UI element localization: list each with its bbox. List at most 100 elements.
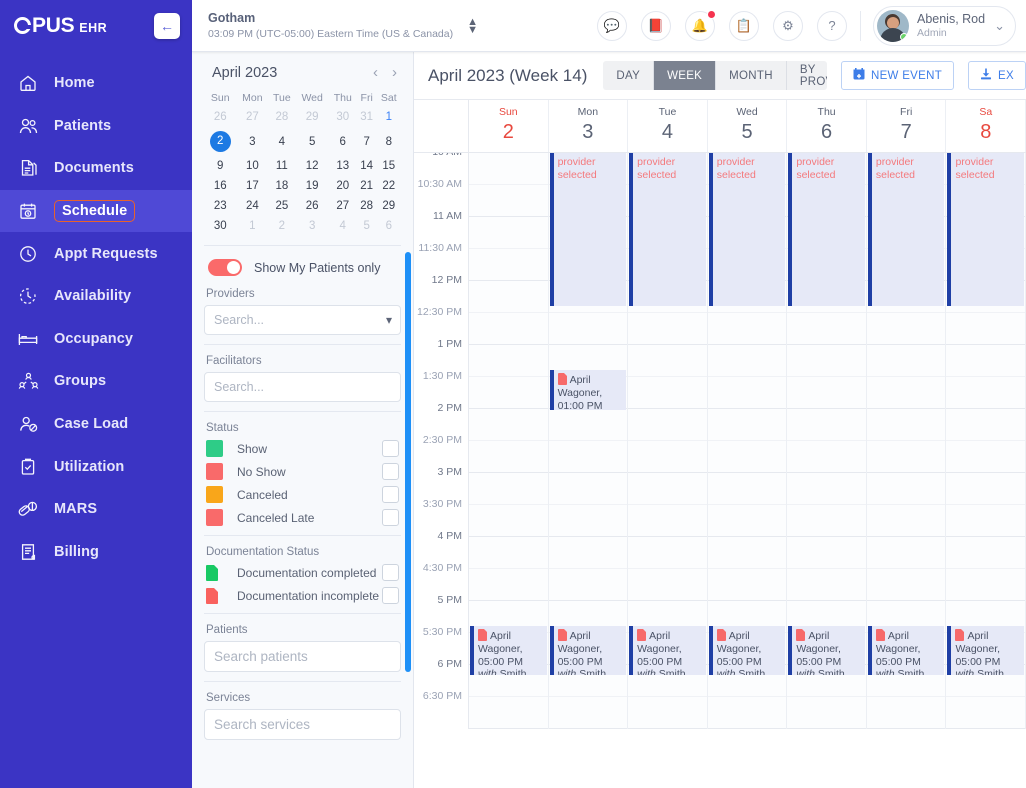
time-slot[interactable] bbox=[866, 473, 946, 505]
services-search-input[interactable] bbox=[204, 709, 401, 740]
book-icon[interactable]: 📕 bbox=[640, 10, 671, 41]
mini-calendar-day[interactable]: 26 bbox=[296, 196, 329, 216]
time-slot[interactable] bbox=[787, 441, 866, 473]
time-slot[interactable] bbox=[946, 409, 1026, 441]
time-slot[interactable] bbox=[866, 345, 946, 377]
time-slot[interactable] bbox=[469, 697, 548, 729]
sidebar-item-home[interactable]: Home bbox=[0, 62, 192, 105]
calendar-event[interactable]: April Wagoner, 05:00 PMwith Smith, Steve… bbox=[470, 626, 547, 675]
time-slot[interactable] bbox=[946, 313, 1026, 345]
time-slot[interactable] bbox=[548, 441, 628, 473]
day-column[interactable]: provider selected April Wagoner, 05:00 PM… bbox=[707, 153, 788, 729]
sidebar-item-schedule[interactable]: Schedule bbox=[0, 189, 192, 233]
mini-calendar-day[interactable]: 9 bbox=[204, 156, 237, 176]
time-slot[interactable] bbox=[469, 505, 548, 537]
mini-calendar-day[interactable]: 4 bbox=[329, 216, 357, 236]
day-column[interactable]: provider selected April Wagoner, 05:00 PM… bbox=[946, 153, 1026, 729]
time-slot[interactable] bbox=[548, 505, 628, 537]
mini-calendar-day[interactable]: 5 bbox=[296, 127, 329, 156]
time-slot[interactable] bbox=[946, 505, 1026, 537]
mini-calendar-day[interactable]: 16 bbox=[204, 176, 237, 196]
day-header-cell[interactable]: Thu 6 bbox=[787, 100, 867, 152]
day-column[interactable]: April Wagoner, 05:00 PMwith Smith, Steve… bbox=[469, 153, 549, 729]
calendar-event[interactable]: provider selected bbox=[629, 153, 706, 306]
time-slot[interactable] bbox=[707, 377, 787, 409]
mini-calendar-day[interactable]: 27 bbox=[329, 196, 357, 216]
day-header-cell[interactable]: Mon 3 bbox=[549, 100, 629, 152]
time-slot[interactable] bbox=[946, 537, 1026, 569]
mini-calendar-day[interactable]: 2 bbox=[268, 216, 295, 236]
time-slot[interactable] bbox=[628, 569, 707, 601]
day-column[interactable]: provider selected April Wagoner, 05:00 PM… bbox=[787, 153, 867, 729]
time-slot[interactable] bbox=[628, 697, 707, 729]
time-slot[interactable] bbox=[707, 473, 787, 505]
mini-calendar-day[interactable]: 15 bbox=[377, 156, 401, 176]
time-slot[interactable] bbox=[469, 313, 548, 345]
mini-calendar-day[interactable]: 2 bbox=[204, 127, 237, 156]
time-slot[interactable] bbox=[469, 569, 548, 601]
time-slot[interactable] bbox=[628, 441, 707, 473]
time-slot[interactable] bbox=[628, 505, 707, 537]
time-slot[interactable] bbox=[628, 313, 707, 345]
sidebar-item-patients[interactable]: Patients bbox=[0, 105, 192, 148]
mini-calendar-day[interactable]: 6 bbox=[329, 127, 357, 156]
providers-search-input[interactable] bbox=[204, 305, 401, 335]
status-filter-checkbox[interactable] bbox=[382, 440, 399, 457]
time-slot[interactable] bbox=[469, 409, 548, 441]
mini-calendar-day[interactable]: 27 bbox=[237, 107, 269, 127]
time-slot[interactable] bbox=[787, 473, 866, 505]
sidebar-item-availability[interactable]: Availability bbox=[0, 275, 192, 318]
calendar-event[interactable]: April Wagoner, 05:00 PMwith Smith, Steve… bbox=[867, 626, 945, 675]
mini-calendar-day[interactable]: 26 bbox=[204, 107, 237, 127]
time-slot[interactable] bbox=[548, 409, 628, 441]
mini-calendar-day[interactable]: 21 bbox=[357, 176, 377, 196]
day-column[interactable]: provider selected April Wagoner, 05:00 PM… bbox=[866, 153, 947, 729]
calendar-event[interactable]: April Wagoner, 05:00 PMwith Smith, Steve… bbox=[788, 626, 865, 675]
time-slot[interactable] bbox=[946, 697, 1026, 729]
chevron-left-icon[interactable]: ‹ bbox=[373, 64, 378, 81]
time-slot[interactable] bbox=[707, 345, 787, 377]
calendar-event[interactable]: April Wagoner, 05:00 PMwith Smith, Steve… bbox=[549, 626, 627, 675]
sidebar-item-appt-requests[interactable]: Appt Requests bbox=[0, 232, 192, 275]
mini-calendar-day[interactable]: 18 bbox=[268, 176, 295, 196]
time-slot[interactable] bbox=[548, 313, 628, 345]
status-filter-checkbox[interactable] bbox=[382, 486, 399, 503]
mini-calendar-day[interactable]: 7 bbox=[357, 127, 377, 156]
time-slot[interactable] bbox=[707, 697, 787, 729]
doc-status-filter-checkbox[interactable] bbox=[382, 564, 399, 581]
mini-calendar-day[interactable]: 8 bbox=[377, 127, 401, 156]
collapse-sidebar-button[interactable]: ← bbox=[154, 13, 180, 39]
sidebar-item-groups[interactable]: Groups bbox=[0, 360, 192, 403]
time-slot[interactable] bbox=[787, 409, 866, 441]
time-slot[interactable] bbox=[469, 345, 548, 377]
time-slot[interactable] bbox=[469, 473, 548, 505]
mini-calendar-day[interactable]: 29 bbox=[377, 196, 401, 216]
time-slot[interactable] bbox=[469, 281, 548, 313]
calendar-view-day[interactable]: DAY bbox=[603, 61, 655, 90]
time-slot[interactable] bbox=[946, 569, 1026, 601]
time-slot[interactable] bbox=[628, 345, 707, 377]
mini-calendar-day[interactable]: 22 bbox=[377, 176, 401, 196]
calendar-event[interactable]: April Wagoner, 05:00 PMwith Smith, Steve… bbox=[629, 626, 706, 675]
calendar-view-week[interactable]: WEEK bbox=[654, 61, 717, 90]
help-icon[interactable]: ? bbox=[816, 10, 847, 41]
sidebar-item-case-load[interactable]: Case Load bbox=[0, 403, 192, 446]
mini-calendar-day[interactable]: 10 bbox=[237, 156, 269, 176]
mini-calendar-day[interactable]: 13 bbox=[329, 156, 357, 176]
mini-calendar-day[interactable]: 19 bbox=[296, 176, 329, 196]
calendar-view-by-provider[interactable]: BY PROVIDER bbox=[786, 61, 827, 90]
time-slot[interactable] bbox=[548, 473, 628, 505]
status-filter-checkbox[interactable] bbox=[382, 463, 399, 480]
time-slot[interactable] bbox=[469, 249, 548, 281]
day-header-cell[interactable]: Fri 7 bbox=[867, 100, 947, 152]
time-slot[interactable] bbox=[946, 441, 1026, 473]
time-slot[interactable] bbox=[787, 505, 866, 537]
day-column[interactable]: provider selected April Wagoner, 05:00 PM… bbox=[628, 153, 708, 729]
facilitators-search-input[interactable] bbox=[204, 372, 401, 402]
gear-icon[interactable]: ⚙ bbox=[772, 10, 803, 41]
calendar-event[interactable]: April Wagoner, 05:00 PMwith Smith, Steve… bbox=[947, 626, 1025, 675]
mini-calendar-day[interactable]: 11 bbox=[268, 156, 295, 176]
calendar-grid-scroll[interactable]: 10 AM10:30 AM 11 AM 11:30 AM 12 PM 12:30 PM 1… bbox=[414, 153, 1026, 788]
mini-calendar-day[interactable]: 28 bbox=[357, 196, 377, 216]
time-slot[interactable] bbox=[787, 313, 866, 345]
